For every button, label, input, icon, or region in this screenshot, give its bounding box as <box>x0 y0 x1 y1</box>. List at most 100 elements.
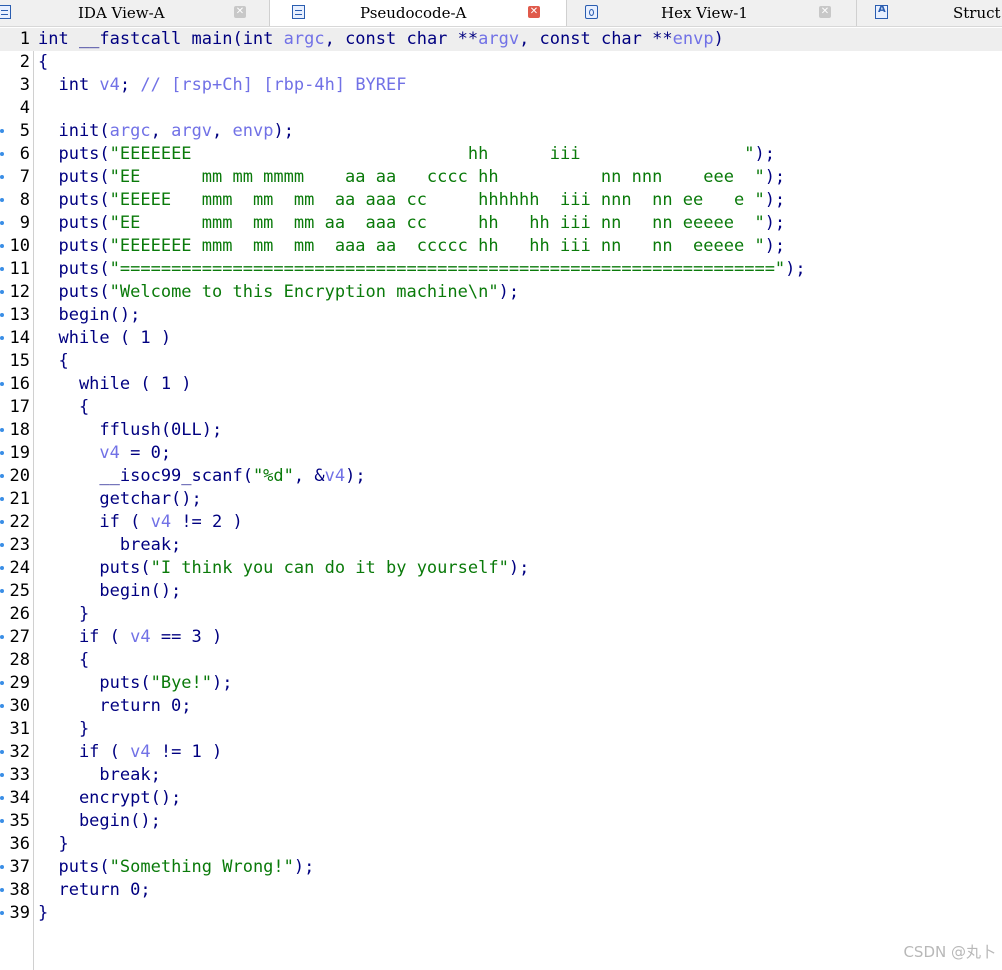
code-line[interactable]: 2{ <box>0 51 1002 74</box>
code-token: } <box>38 834 69 854</box>
code-token: "EEEEEEE mmm mm mm aaa aa ccccc hh hh ii… <box>109 236 765 256</box>
code-token: argc <box>109 121 151 141</box>
code-line[interactable]: 17 { <box>0 396 1002 419</box>
code-line[interactable]: 34 encrypt(); <box>0 787 1002 810</box>
close-icon[interactable]: ✕ <box>819 6 831 18</box>
close-icon[interactable]: ✕ <box>528 6 540 18</box>
line-number: 31 <box>9 719 30 739</box>
code-line[interactable]: 9 puts("EE mmm mm mm aa aaa cc hh hh iii… <box>0 212 1002 235</box>
code-text: return 0; <box>38 695 191 718</box>
line-number: 24 <box>9 558 30 578</box>
line-number: 37 <box>9 857 30 877</box>
code-line[interactable]: 22 if ( v4 != 2 ) <box>0 511 1002 534</box>
code-token: argv <box>171 121 213 141</box>
line-number: 27 <box>9 627 30 647</box>
code-token: "Welcome to this Encryption machine\n" <box>109 282 499 302</box>
code-token: { <box>38 650 90 670</box>
code-line[interactable]: 11 puts("===============================… <box>0 258 1002 281</box>
line-number: 15 <box>9 351 30 371</box>
code-text: int v4; // [rsp+Ch] [rbp-4h] BYREF <box>38 74 406 97</box>
code-token: v4 <box>150 512 172 532</box>
code-token: "Something Wrong!" <box>109 857 294 877</box>
code-text: puts("I think you can do it by yourself"… <box>38 557 529 580</box>
code-token: ); <box>293 857 315 877</box>
code-line[interactable]: 13 begin(); <box>0 304 1002 327</box>
code-text: __isoc99_scanf("%d", &v4); <box>38 465 365 488</box>
code-line[interactable]: 18 fflush(0LL); <box>0 419 1002 442</box>
code-line[interactable]: 24 puts("I think you can do it by yourse… <box>0 557 1002 580</box>
code-token: while ( 1 ) <box>38 328 172 348</box>
tab-hex-view-1[interactable]: Hex View-1 ✕ <box>567 0 857 26</box>
code-line[interactable]: 16 while ( 1 ) <box>0 373 1002 396</box>
close-icon[interactable]: ✕ <box>234 6 246 18</box>
code-text: puts("EE mm mm mmmm aa aa cccc hh nn nnn… <box>38 166 785 189</box>
code-text: init(argc, argv, envp); <box>38 120 294 143</box>
tab-structures[interactable]: A Struct <box>857 0 1002 26</box>
line-number: 5 <box>19 121 30 141</box>
code-token: } <box>38 604 90 624</box>
code-token: "EE mm mm mmmm aa aa cccc hh nn nnn eee … <box>109 167 765 187</box>
code-token: encrypt(); <box>38 788 182 808</box>
code-text: puts("==================================… <box>38 258 805 281</box>
code-token: getchar(); <box>38 489 202 509</box>
code-text: break; <box>38 534 181 557</box>
code-line[interactable]: 19 v4 = 0; <box>0 442 1002 465</box>
line-number: 6 <box>19 144 30 164</box>
code-line[interactable]: 5 init(argc, argv, envp); <box>0 120 1002 143</box>
code-token: return 0; <box>38 880 151 900</box>
code-token: puts( <box>38 558 151 578</box>
code-line[interactable]: 35 begin(); <box>0 810 1002 833</box>
code-token: { <box>38 351 69 371</box>
code-line[interactable]: 4 <box>0 97 1002 120</box>
code-line[interactable]: 21 getchar(); <box>0 488 1002 511</box>
line-number: 9 <box>19 213 30 233</box>
code-line[interactable]: 14 while ( 1 ) <box>0 327 1002 350</box>
code-line[interactable]: 8 puts("EEEEE mmm mm mm aa aaa cc hhhhhh… <box>0 189 1002 212</box>
code-token: argc <box>283 29 325 49</box>
code-line[interactable]: 30 return 0; <box>0 695 1002 718</box>
code-line[interactable]: 1 int __fastcall main(int argc, const cha… <box>0 28 1002 51</box>
code-token: ); <box>764 236 786 256</box>
tab-bar: IDA View-A ✕ Pseudocode-A ✕ Hex View-1 ✕… <box>0 0 1002 27</box>
tab-pseudocode-a[interactable]: Pseudocode-A ✕ <box>270 0 567 26</box>
code-line[interactable]: 38 return 0; <box>0 879 1002 902</box>
code-text: if ( v4 == 3 ) <box>38 626 222 649</box>
code-token: init( <box>38 121 110 141</box>
code-line[interactable]: 32 if ( v4 != 1 ) <box>0 741 1002 764</box>
code-text: { <box>38 649 89 672</box>
code-line[interactable]: 37 puts("Something Wrong!"); <box>0 856 1002 879</box>
code-line[interactable]: 7 puts("EE mm mm mmmm aa aa cccc hh nn n… <box>0 166 1002 189</box>
code-line[interactable]: 10 puts("EEEEEEE mmm mm mm aaa aa ccccc … <box>0 235 1002 258</box>
list-icon <box>292 5 305 19</box>
code-line[interactable]: 6 puts("EEEEEEE hh iii "); <box>0 143 1002 166</box>
code-line[interactable]: 28 { <box>0 649 1002 672</box>
code-line[interactable]: 3 int v4; // [rsp+Ch] [rbp-4h] BYREF <box>0 74 1002 97</box>
code-line[interactable]: 27 if ( v4 == 3 ) <box>0 626 1002 649</box>
pseudocode-view[interactable]: 1 int __fastcall main(int argc, const cha… <box>0 28 1002 970</box>
code-line[interactable]: 23 break; <box>0 534 1002 557</box>
code-token: v4 <box>99 75 120 95</box>
code-line[interactable]: 39} <box>0 902 1002 925</box>
code-line[interactable]: 25 begin(); <box>0 580 1002 603</box>
code-token: "EEEEEEE hh iii " <box>109 144 755 164</box>
code-token: begin(); <box>38 581 182 601</box>
code-line[interactable]: 36 } <box>0 833 1002 856</box>
code-token: ); <box>754 144 775 164</box>
code-text: fflush(0LL); <box>38 419 222 442</box>
tab-ida-view-a[interactable]: IDA View-A ✕ <box>0 0 270 26</box>
code-line[interactable]: 12 puts("Welcome to this Encryption mach… <box>0 281 1002 304</box>
code-line[interactable]: 20 __isoc99_scanf("%d", &v4); <box>0 465 1002 488</box>
code-line[interactable]: 26 } <box>0 603 1002 626</box>
code-text: } <box>38 718 89 741</box>
watermark: CSDN @丸卜 <box>903 943 996 961</box>
code-token: } <box>38 903 49 923</box>
code-line[interactable]: 29 puts("Bye!"); <box>0 672 1002 695</box>
code-line[interactable]: 33 break; <box>0 764 1002 787</box>
code-token: , & <box>293 466 325 486</box>
code-line[interactable]: 31 } <box>0 718 1002 741</box>
code-text: puts("Welcome to this Encryption machine… <box>38 281 519 304</box>
code-line[interactable]: 15 { <box>0 350 1002 373</box>
code-text: v4 = 0; <box>38 442 171 465</box>
code-token: if ( <box>38 627 131 647</box>
